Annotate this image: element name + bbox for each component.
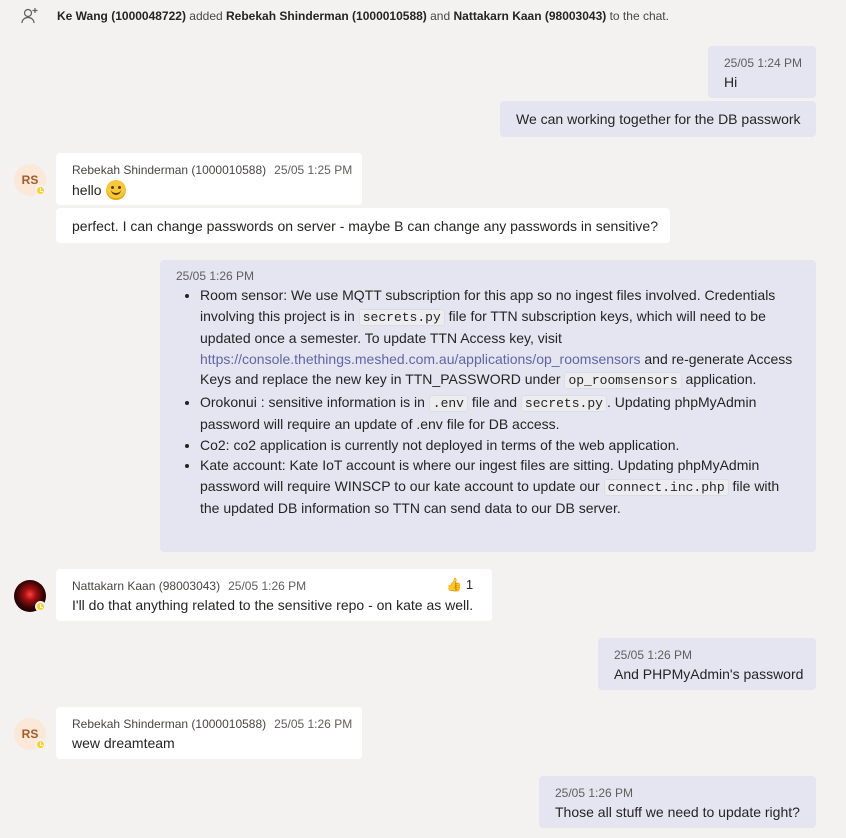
- list-item: Room sensor: We use MQTT subscription fo…: [200, 285, 800, 392]
- message-text: I'll do that anything related to the sen…: [72, 597, 474, 613]
- message-timestamp: 25/05 1:26 PM: [614, 648, 693, 662]
- slightly-smiling-face-icon: [105, 180, 126, 200]
- sender-name[interactable]: Nattakarn Kaan (98003043): [72, 579, 220, 593]
- inline-code: secrets.py: [358, 308, 445, 326]
- system-message: Ke Wang (1000048722) added Rebekah Shind…: [57, 9, 669, 23]
- avatar-initials: RS: [21, 727, 39, 741]
- message-timestamp: 25/05 1:26 PM: [274, 717, 353, 731]
- message-bubble[interactable]: Nattakarn Kaan (98003043) 25/05 1:26 PM 👍…: [56, 569, 492, 621]
- message-timestamp: 25/05 1:25 PM: [274, 163, 353, 177]
- inline-code: op_roomsensors: [564, 372, 682, 389]
- inline-code: connect.inc.php: [603, 478, 729, 496]
- system-suffix: to the chat.: [609, 9, 669, 23]
- bullet-list: Room sensor: We use MQTT subscription fo…: [160, 285, 800, 519]
- actor-name: Ke Wang (1000048722): [57, 9, 186, 23]
- message-bubble[interactable]: Rebekah Shinderman (1000010588) 25/05 1:2…: [56, 707, 362, 759]
- message-timestamp: 25/05 1:26 PM: [176, 269, 255, 283]
- ttn-console-link[interactable]: https://console.thethings.meshed.com.au/…: [200, 351, 640, 367]
- list-item: Co2: co2 application is currently not de…: [200, 435, 800, 456]
- message-bubble-own[interactable]: 25/05 1:26 PM And PHPMyAdmin's password: [598, 638, 816, 690]
- message-text: perfect. I can change passwords on serve…: [72, 218, 658, 234]
- message-text: And PHPMyAdmin's password: [614, 666, 804, 682]
- message-bubble-own[interactable]: 25/05 1:26 PM Those all stuff we need to…: [539, 776, 816, 828]
- add-person-icon: [20, 6, 40, 26]
- inline-code: secrets.py: [520, 394, 607, 412]
- sender-name[interactable]: Rebekah Shinderman (1000010588): [72, 163, 266, 177]
- message-text: We can working together for the DB passw…: [516, 111, 801, 127]
- message-text: Hi: [724, 74, 738, 90]
- reaction[interactable]: 👍 1: [446, 577, 473, 593]
- message-text: wew dreamteam: [72, 735, 175, 751]
- presence-away-icon: [35, 185, 46, 196]
- avatar-initials: RS: [21, 173, 39, 187]
- message-bubble[interactable]: Rebekah Shinderman (1000010588) 25/05 1:2…: [56, 153, 362, 205]
- thumbs-up-icon: 👍: [446, 577, 463, 592]
- inline-code: .env: [428, 394, 468, 412]
- and-word: and: [430, 9, 451, 23]
- message-text: hello: [72, 182, 102, 198]
- added-user-2: Nattakarn Kaan (98003043): [453, 9, 607, 23]
- message-bubble-own[interactable]: We can working together for the DB passw…: [500, 101, 816, 137]
- list-item: Kate account: Kate IoT account is where …: [200, 455, 800, 519]
- message-body: Room sensor: We use MQTT subscription fo…: [160, 285, 800, 519]
- added-user-1: Rebekah Shinderman (1000010588): [226, 9, 427, 23]
- message-bubble-own[interactable]: 25/05 1:24 PM Hi: [708, 46, 816, 98]
- message-bubble-own[interactable]: 25/05 1:26 PM Room sensor: We use MQTT s…: [160, 260, 816, 552]
- sender-name[interactable]: Rebekah Shinderman (1000010588): [72, 717, 266, 731]
- message-timestamp: 25/05 1:26 PM: [555, 786, 634, 800]
- presence-away-icon: [35, 739, 46, 750]
- message-bubble[interactable]: perfect. I can change passwords on serve…: [56, 208, 670, 243]
- message-timestamp: 25/05 1:26 PM: [228, 579, 307, 593]
- message-timestamp: 25/05 1:24 PM: [724, 56, 803, 70]
- reaction-count: 1: [465, 577, 474, 592]
- presence-away-icon: [35, 601, 46, 612]
- message-text: Those all stuff we need to update right?: [555, 804, 800, 820]
- list-item: Orokonui : sensitive information is in .…: [200, 392, 800, 435]
- added-verb: added: [189, 9, 223, 23]
